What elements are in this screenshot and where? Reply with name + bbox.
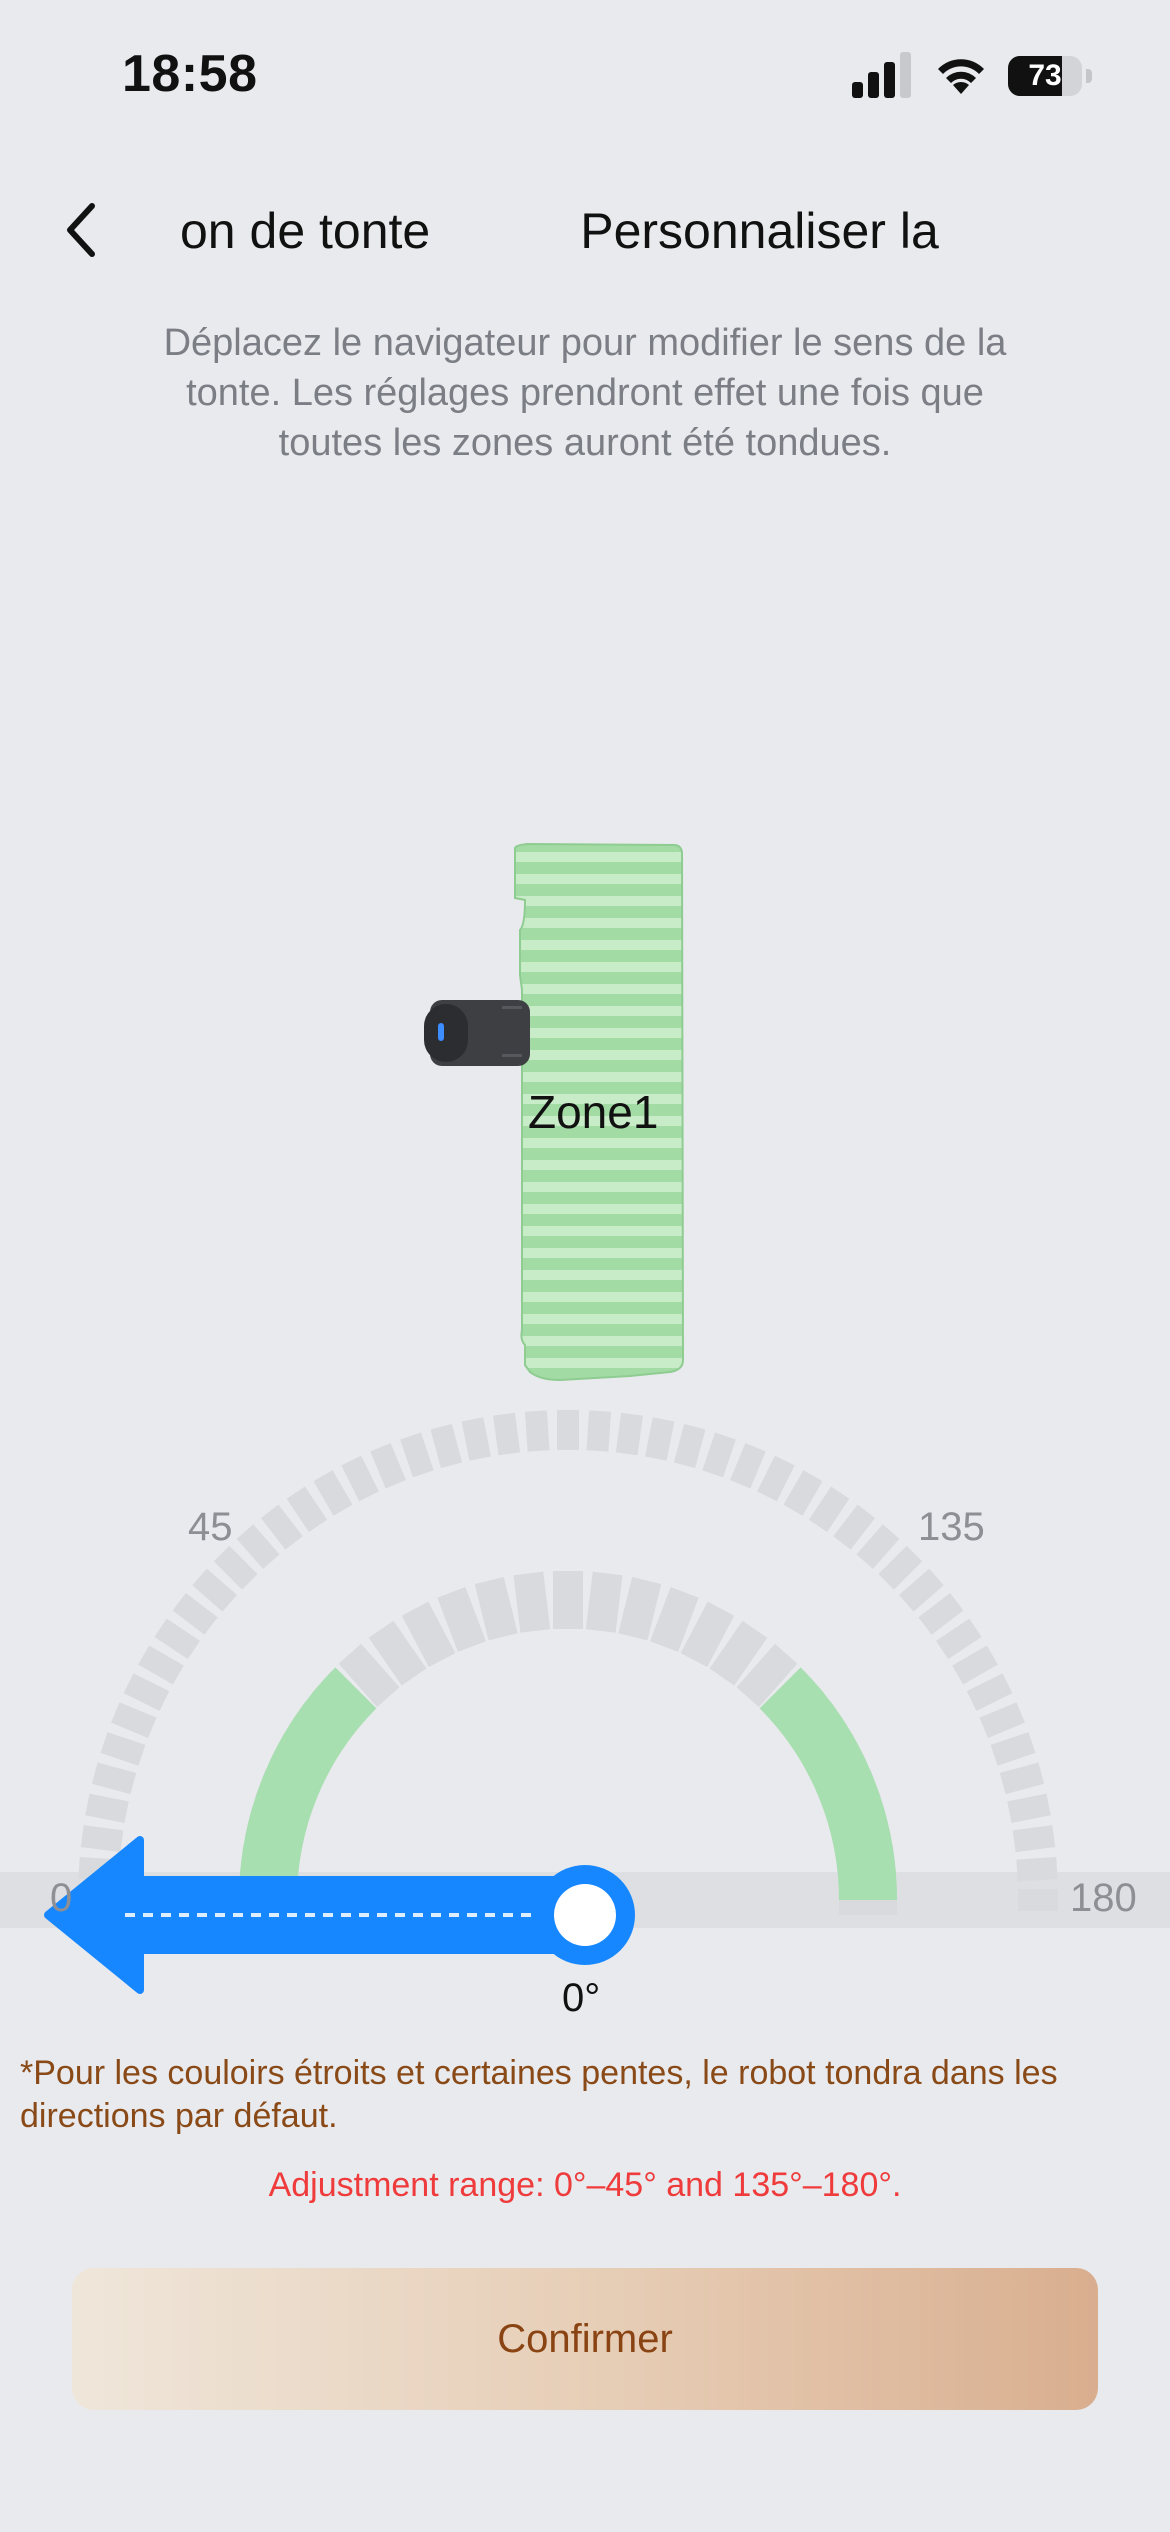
inner-dial-tick bbox=[709, 1620, 768, 1686]
outer-dial-tick bbox=[260, 1504, 303, 1550]
outer-dial-tick bbox=[461, 1417, 491, 1461]
outer-dial-tick bbox=[730, 1443, 766, 1489]
battery-percent: 73 bbox=[1028, 59, 1062, 92]
outer-dial-tick bbox=[341, 1455, 379, 1502]
outer-dial-tick bbox=[645, 1417, 675, 1461]
inner-dial-tick bbox=[513, 1571, 551, 1633]
confirm-button[interactable]: Confirmer bbox=[72, 2268, 1098, 2410]
outer-dial-tick bbox=[524, 1410, 550, 1452]
zone-label: Zone1 bbox=[528, 1086, 659, 1138]
outer-dial-tick bbox=[100, 1732, 146, 1766]
wifi-icon bbox=[938, 59, 984, 94]
outer-dial-tick bbox=[154, 1618, 200, 1660]
outer-dial-tick bbox=[213, 1545, 258, 1590]
back-chevron-icon[interactable] bbox=[58, 198, 106, 262]
outer-dial-tick bbox=[783, 1470, 823, 1516]
outer-dial-tick bbox=[1007, 1793, 1051, 1823]
tab-personnaliser[interactable]: Personnaliser la bbox=[580, 196, 939, 266]
allowed-range-arc-1 bbox=[239, 1667, 377, 1901]
inner-dial-tick bbox=[401, 1601, 456, 1668]
outer-dial-tick bbox=[952, 1645, 998, 1685]
outer-dial-tick bbox=[286, 1486, 328, 1532]
direction-dial[interactable] bbox=[0, 1390, 1170, 2010]
robot-mower-icon bbox=[424, 1000, 530, 1066]
outer-dial-tick bbox=[673, 1423, 706, 1469]
outer-dial-tick bbox=[138, 1645, 184, 1685]
outer-dial-tick bbox=[702, 1432, 736, 1478]
outer-dial-tick bbox=[808, 1486, 850, 1532]
note-text: *Pour les couloirs étroits et certaines … bbox=[20, 2054, 1058, 2135]
allowed-range-arc-2 bbox=[759, 1667, 897, 1901]
outer-dial-tick bbox=[123, 1673, 170, 1711]
outer-dial-tick bbox=[400, 1432, 434, 1478]
outer-dial-tick bbox=[856, 1524, 900, 1569]
outer-dial-tick bbox=[172, 1592, 218, 1635]
status-time: 18:58 bbox=[122, 45, 258, 103]
outer-dial-tick bbox=[493, 1412, 521, 1456]
outer-dial-tick bbox=[966, 1673, 1013, 1711]
outer-dial-tick bbox=[85, 1793, 129, 1823]
outer-dial-tick bbox=[979, 1702, 1025, 1738]
dial-label-135: 135 bbox=[918, 1505, 985, 1549]
outer-dial-tick bbox=[192, 1568, 237, 1612]
outer-dial-tick bbox=[615, 1412, 643, 1456]
inner-dial-tick bbox=[618, 1576, 662, 1641]
inner-dial-tick bbox=[437, 1587, 486, 1652]
outer-dial-tick bbox=[1012, 1825, 1056, 1853]
dial-label-180: 180 bbox=[1070, 1876, 1137, 1920]
inner-dial-tick bbox=[650, 1587, 699, 1652]
outer-dial-tick bbox=[936, 1618, 982, 1660]
inner-dial-tick bbox=[474, 1576, 518, 1641]
outer-dial-tick bbox=[899, 1568, 944, 1612]
inner-dial-tick bbox=[368, 1620, 427, 1686]
direction-arrow[interactable] bbox=[44, 1836, 589, 1994]
range-warning: Adjustment range: 0°–45° and 135°–180°. bbox=[268, 2166, 902, 2204]
instructions-text: Déplacez le navigateur pour modifier le … bbox=[163, 322, 1007, 464]
outer-dial-tick bbox=[1016, 1856, 1058, 1882]
outer-dial-tick bbox=[370, 1443, 406, 1489]
outer-dial-tick bbox=[990, 1732, 1036, 1766]
cellular-signal-icon bbox=[852, 52, 911, 98]
tab-direction-de-tonte[interactable]: on de tonte bbox=[180, 196, 430, 266]
dial-label-45: 45 bbox=[188, 1505, 233, 1549]
outer-dial-tick bbox=[80, 1825, 124, 1853]
outer-dial-tick bbox=[430, 1423, 463, 1469]
outer-dial-tick bbox=[918, 1592, 964, 1635]
tab-bar: on de tonte Personnaliser la bbox=[180, 196, 990, 266]
outer-dial-tick bbox=[757, 1455, 795, 1502]
outer-dial-tick bbox=[878, 1545, 923, 1590]
battery-icon: 73 bbox=[1008, 56, 1092, 96]
outer-dial-tick bbox=[313, 1470, 353, 1516]
inner-dial-tick bbox=[585, 1571, 623, 1633]
outer-dial-tick bbox=[999, 1762, 1045, 1795]
inner-dial-tick bbox=[680, 1601, 735, 1668]
outer-dial-tick bbox=[236, 1524, 280, 1569]
angle-value: 0° bbox=[562, 1976, 601, 2020]
outer-dial-tick bbox=[586, 1410, 612, 1452]
outer-dial-tick bbox=[111, 1702, 157, 1738]
dial-label-0: 0 bbox=[50, 1876, 73, 1920]
outer-dial-tick bbox=[91, 1762, 137, 1795]
outer-dial-tick bbox=[833, 1504, 876, 1550]
